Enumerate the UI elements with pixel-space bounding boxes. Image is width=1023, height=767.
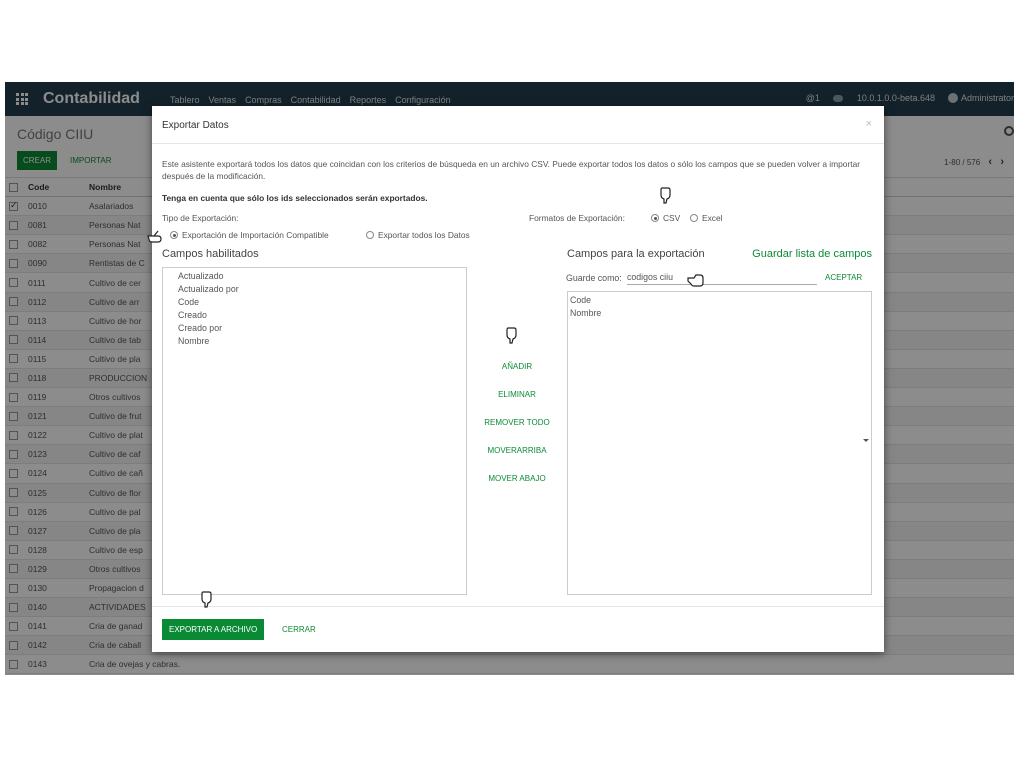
radio-export-all[interactable]: Exportar todos los Datos (366, 230, 470, 240)
available-field-item[interactable]: Creado (178, 309, 451, 322)
radio-export-all-dot[interactable] (366, 231, 374, 239)
export-fields-list[interactable]: Code Nombre (567, 291, 872, 595)
save-as-input[interactable] (627, 269, 817, 285)
radio-import-compatible-dot[interactable] (170, 231, 178, 239)
save-as-label: Guarde como: (566, 273, 622, 283)
close-icon[interactable]: × (866, 118, 872, 130)
radio-import-compatible[interactable]: Exportación de Importación Compatible (170, 230, 329, 240)
export-to-file-button[interactable]: EXPORTAR A ARCHIVO (162, 619, 265, 640)
hand-cursor-icon (506, 327, 517, 344)
radio-format-csv[interactable]: CSV (651, 213, 680, 223)
dialog-header: Exportar Datos × (152, 106, 884, 144)
radio-export-all-label: Exportar todos los Datos (378, 230, 470, 240)
available-field-item[interactable]: Nombre (178, 335, 451, 348)
available-fields-title: Campos habilitados (162, 248, 259, 260)
export-field-item[interactable]: Code (570, 294, 869, 307)
accept-button[interactable]: ACEPTAR (825, 273, 862, 282)
close-button[interactable]: CERRAR (282, 619, 316, 640)
hand-cursor-icon (660, 187, 671, 204)
hand-cursor-icon (687, 274, 704, 287)
radio-format-csv-label: CSV (663, 213, 681, 223)
export-field-item[interactable]: Nombre (570, 307, 869, 320)
listbox-scroll-arrow-icon[interactable] (863, 439, 869, 442)
radio-format-excel-dot[interactable] (690, 214, 698, 222)
save-field-list-link[interactable]: Guardar lista de campos (752, 248, 872, 260)
available-field-item[interactable]: Actualizado (178, 270, 451, 283)
hand-cursor-icon (147, 230, 162, 243)
radio-format-excel-label: Excel (702, 213, 723, 223)
dialog-title: Exportar Datos (162, 120, 229, 131)
available-field-item[interactable]: Creado por (178, 322, 451, 335)
radio-format-csv-dot[interactable] (651, 214, 659, 222)
move-up-button[interactable]: MOVERARRIBA (477, 446, 557, 455)
radio-import-compatible-label: Exportación de Importación Compatible (182, 230, 329, 240)
dialog-description: Este asistente exportará todos los datos… (162, 159, 861, 181)
export-type-label: Tipo de Exportación: (162, 213, 239, 223)
dialog-note: Tenga en cuenta que sólo los ids selecci… (162, 193, 428, 203)
dialog-footer: EXPORTAR A ARCHIVO CERRAR (152, 606, 884, 652)
export-dialog: Exportar Datos × Este asistente exportar… (152, 106, 884, 652)
move-down-button[interactable]: MOVER ABAJO (477, 474, 557, 483)
add-button[interactable]: AÑADIR (477, 362, 557, 371)
available-fields-list[interactable]: Actualizado Actualizado por Code Creado Crea… (162, 267, 467, 595)
available-field-item[interactable]: Code (178, 296, 451, 309)
export-format-label: Formatos de Exportación: (529, 213, 625, 223)
remove-all-button[interactable]: REMOVER TODO (477, 418, 557, 427)
hand-cursor-icon (201, 591, 212, 608)
remove-button[interactable]: ELIMINAR (477, 390, 557, 399)
radio-format-excel[interactable]: Excel (690, 213, 722, 223)
export-fields-title: Campos para la exportación (567, 248, 705, 260)
available-field-item[interactable]: Actualizado por (178, 283, 451, 296)
